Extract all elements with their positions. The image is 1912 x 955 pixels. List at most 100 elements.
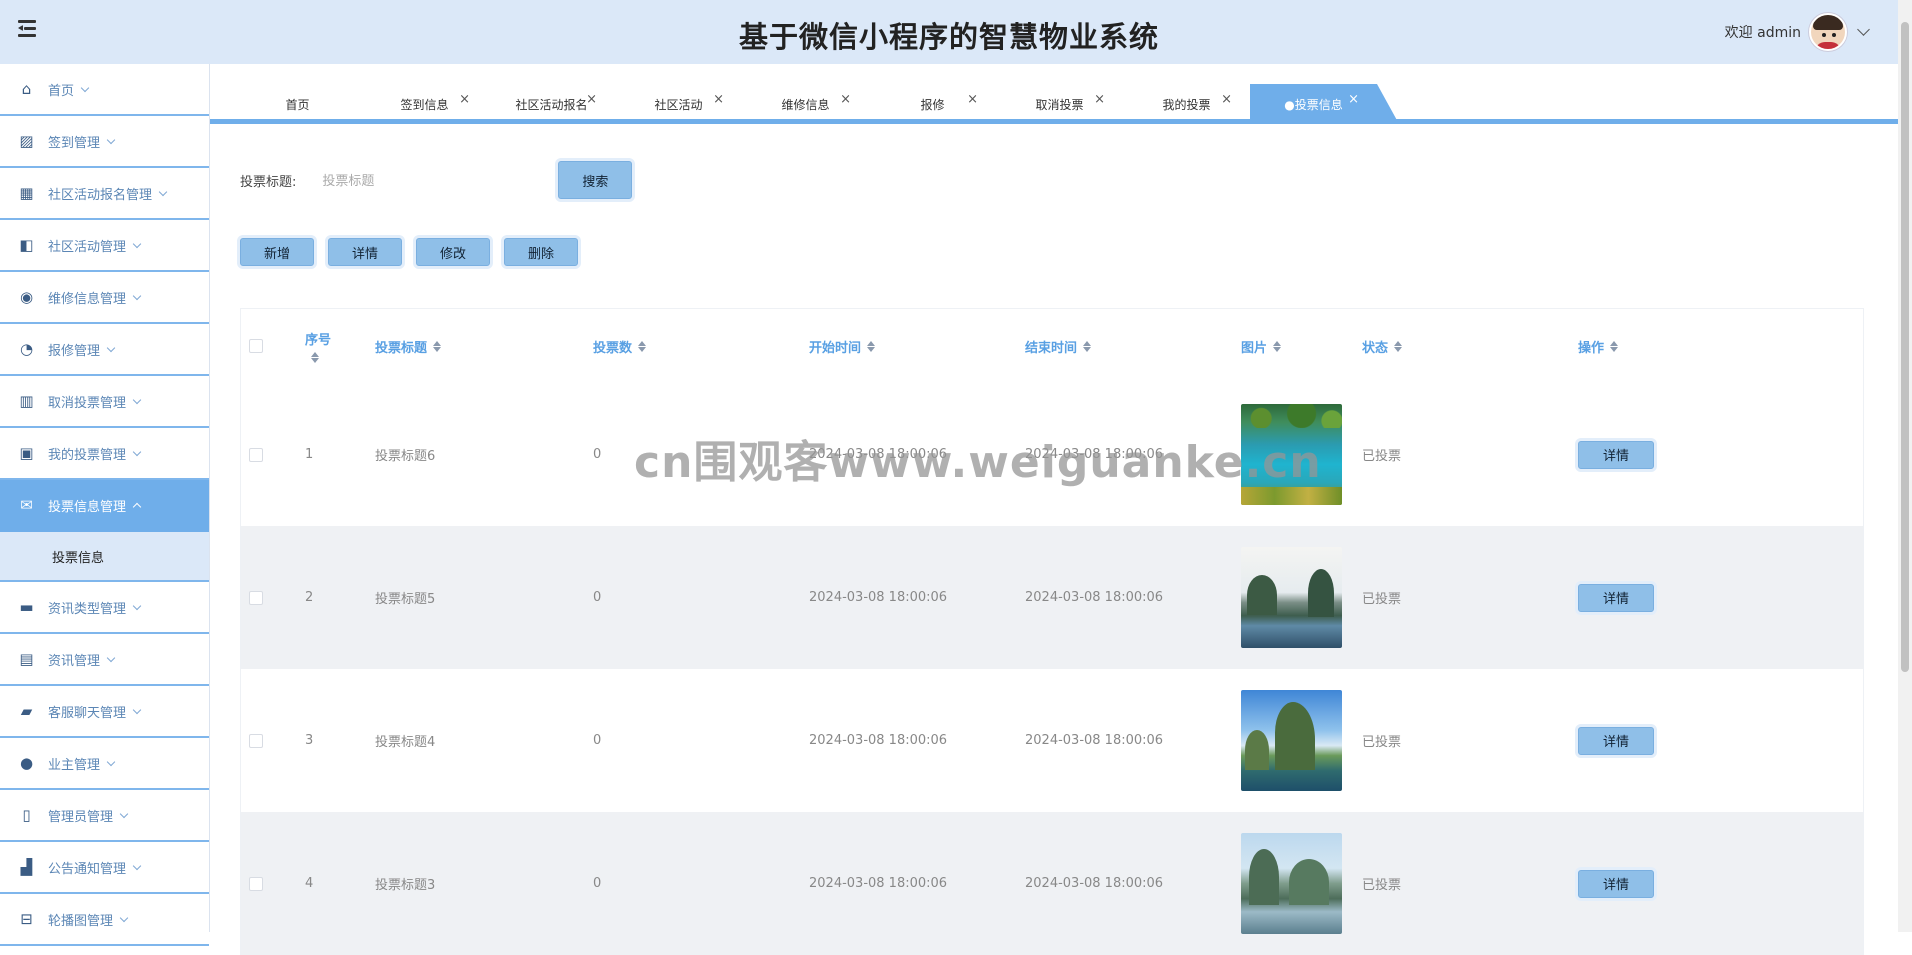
tab-5[interactable]: 报修 × [869,84,996,124]
edit-button[interactable]: 修改 [416,238,490,266]
row-checkbox[interactable] [249,590,263,605]
sidebar-item-3[interactable]: ◧ 社区活动管理 [0,220,209,272]
vote-image[interactable] [1241,833,1342,934]
close-icon[interactable]: × [967,92,978,107]
sort-icon[interactable] [1610,340,1619,352]
col-count[interactable]: 投票数 [593,309,647,383]
chevron-down-icon [106,135,116,144]
col-end[interactable]: 结束时间 [1025,309,1092,383]
detail-button[interactable]: 详情 [328,238,402,266]
sidebar-item-1[interactable]: ▨ 签到管理 [0,116,209,168]
search-button[interactable]: 搜索 [558,161,633,199]
col-image[interactable]: 图片 [1241,309,1282,383]
sidebar-item-7[interactable]: ▣ 我的投票管理 [0,428,209,480]
sidebar-item-12[interactable]: ● 业主管理 [0,738,209,790]
vote-image[interactable] [1241,404,1342,505]
vote-image[interactable] [1241,547,1342,648]
tab-4[interactable]: 维修信息 × [742,84,869,124]
sort-icon[interactable] [1273,340,1282,352]
sort-icon[interactable] [867,340,876,352]
col-start-label: 开始时间 [809,340,862,356]
row-checkbox[interactable] [249,447,263,462]
tab-7[interactable]: 我的投票 × [1123,84,1250,124]
sidebar-item-11[interactable]: ▰ 客服聊天管理 [0,686,209,738]
chevron-down-icon [158,187,168,196]
tab-label: ●投票信息 [1284,97,1343,112]
row-detail-button[interactable]: 详情 [1578,869,1654,898]
scrollbar-thumb[interactable] [1901,22,1909,672]
cell-count: 0 [593,447,602,462]
close-icon[interactable]: × [586,92,597,107]
table-row: 2 投票标题5 0 2024-03-08 18:00:06 2024-03-08 18:… [241,526,1863,669]
panel-icon: ◧ [19,236,34,254]
sidebar-item-15[interactable]: ⊟ 轮播图管理 [0,894,209,946]
chevron-down-icon [132,861,142,870]
tab-3[interactable]: 社区活动 × [615,84,742,124]
col-start[interactable]: 开始时间 [809,309,876,383]
submenu-item-vote-info[interactable]: 投票信息 [0,532,209,582]
sort-icon[interactable] [433,340,442,352]
sidebar-item-14[interactable]: ▟ 公告通知管理 [0,842,209,894]
row-detail-button[interactable]: 详情 [1578,726,1654,755]
cell-start-time: 2024-03-08 18:00:06 [809,733,948,748]
tab-6[interactable]: 取消投票 × [996,84,1123,124]
grid-icon: ▦ [19,184,34,202]
home-icon: ⌂ [21,80,32,98]
search-input[interactable] [322,164,523,196]
close-icon[interactable]: × [459,92,470,107]
add-button[interactable]: 新增 [240,238,314,266]
close-icon[interactable]: × [1221,92,1232,107]
close-icon[interactable]: × [1348,92,1359,107]
row-checkbox[interactable] [249,876,263,891]
sidebar-item-9[interactable]: ▬ 资讯类型管理 [0,582,209,634]
sort-icon[interactable] [638,340,647,352]
cell-count: 0 [593,733,602,748]
slider-icon: ⊟ [20,910,33,928]
cell-title: 投票标题3 [375,878,436,893]
table-body: 1 投票标题6 0 2024-03-08 18:00:06 2024-03-08 18:… [241,383,1863,955]
row-checkbox[interactable] [249,733,263,748]
col-index[interactable]: 序号 [305,309,331,383]
sidebar-item-2[interactable]: ▦ 社区活动报名管理 [0,168,209,220]
page-scrollbar[interactable] [1898,0,1912,932]
cell-start-time: 2024-03-08 18:00:06 [809,590,948,605]
sort-icon[interactable] [1083,340,1092,352]
delete-button[interactable]: 删除 [504,238,578,266]
sidebar-item-13[interactable]: ▯ 管理员管理 [0,790,209,842]
sidebar-item-label: 资讯类型管理 [48,601,127,617]
sidebar-item-label: 资讯管理 [48,653,101,669]
sidebar-item-6[interactable]: ▥ 取消投票管理 [0,376,209,428]
sidebar-item-0[interactable]: ⌂ 首页 [0,64,209,116]
cell-title: 投票标题5 [375,592,436,607]
cell-start-time: 2024-03-08 18:00:06 [809,876,948,891]
sidebar-item-8[interactable]: ✉ 投票信息管理 [0,480,209,532]
close-icon[interactable]: × [1094,92,1105,107]
row-detail-button[interactable]: 详情 [1578,440,1654,469]
tab-1[interactable]: 签到信息 × [361,84,488,124]
table-row: 4 投票标题3 0 2024-03-08 18:00:06 2024-03-08 18:… [241,812,1863,955]
cell-index: 1 [305,447,314,462]
sidebar-item-5[interactable]: ◔ 报修管理 [0,324,209,376]
sidebar-item-4[interactable]: ◉ 维修信息管理 [0,272,209,324]
chevron-down-icon [80,83,90,92]
vote-image[interactable] [1241,690,1342,791]
row-detail-button[interactable]: 详情 [1578,583,1654,612]
col-title[interactable]: 投票标题 [375,309,442,383]
user-menu[interactable]: 欢迎 admin [1725,10,1870,54]
tab-2[interactable]: 社区活动报名 × [488,84,615,124]
close-icon[interactable]: × [840,92,851,107]
cell-end-time: 2024-03-08 18:00:06 [1025,733,1164,748]
sort-icon[interactable] [1394,340,1403,352]
col-title-label: 投票标题 [375,340,428,356]
tab-0[interactable]: 首页 [234,84,361,124]
chevron-down-icon [132,239,142,248]
avatar[interactable] [1809,13,1847,51]
chevron-down-icon[interactable] [1857,23,1870,36]
tab-8[interactable]: ●投票信息 × [1250,84,1399,124]
col-operation[interactable]: 操作 [1578,309,1619,383]
sidebar-item-10[interactable]: ▤ 资讯管理 [0,634,209,686]
select-all-checkbox[interactable] [249,339,263,353]
close-icon[interactable]: × [713,92,724,107]
sort-icon[interactable] [311,352,319,363]
col-status[interactable]: 状态 [1362,309,1403,383]
